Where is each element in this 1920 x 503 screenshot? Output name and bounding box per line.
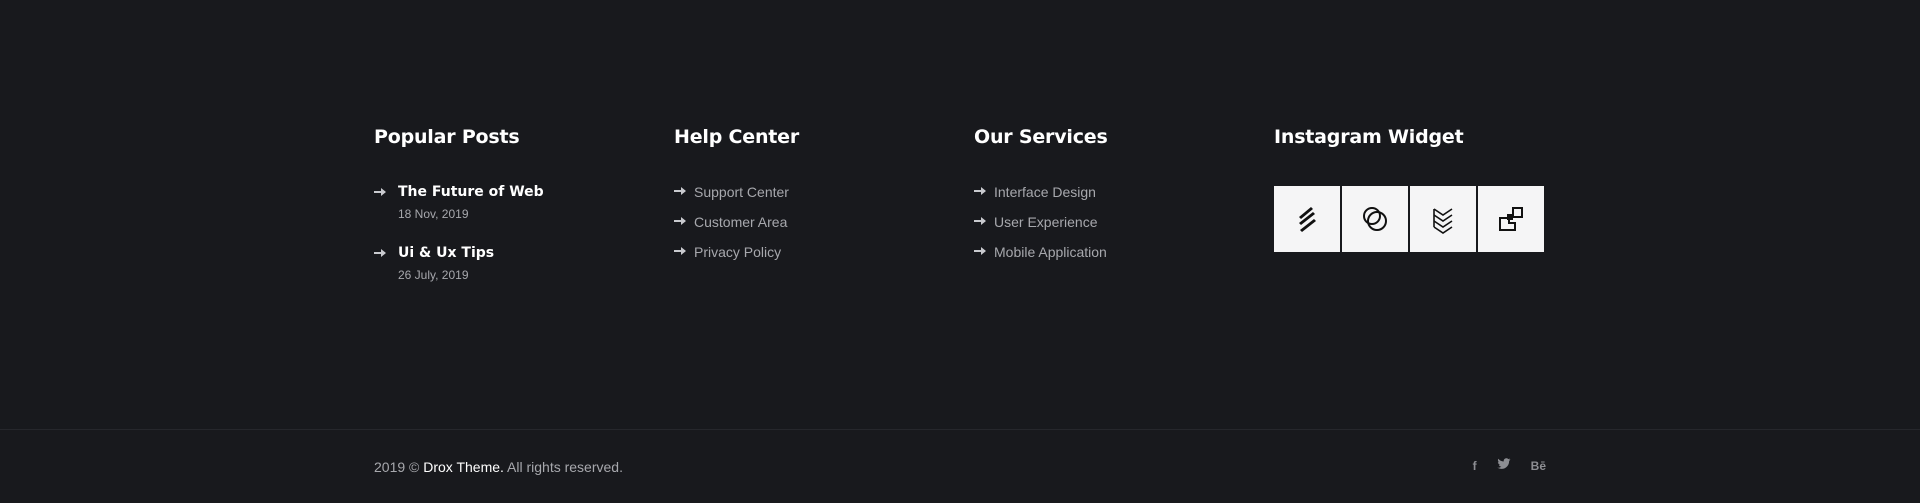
help-link-customer-area[interactable]: Customer Area — [674, 212, 934, 232]
arrow-right-icon — [674, 187, 686, 196]
service-link-user-experience[interactable]: User Experience — [974, 212, 1234, 232]
arrow-right-icon — [374, 188, 386, 196]
instagram-tile[interactable] — [1274, 186, 1340, 252]
arrow-right-icon — [974, 247, 986, 256]
arrow-right-icon — [674, 217, 686, 226]
overlapping-circles-logo-icon — [1363, 207, 1387, 231]
link-label: Support Center — [694, 184, 789, 200]
copyright-text: 2019 © Drox Theme. All rights reserved. — [374, 457, 623, 477]
post-title-link[interactable]: The Future of Web — [398, 182, 634, 202]
help-center-links: Support Center Customer Area Privacy Pol… — [674, 182, 934, 262]
arrow-right-icon — [974, 187, 986, 196]
popular-posts-list: The Future of Web 18 Nov, 2019 Ui & Ux T… — [374, 182, 634, 284]
link-label: User Experience — [994, 214, 1098, 230]
instagram-tile[interactable] — [1410, 186, 1476, 252]
instagram-gallery — [1274, 186, 1574, 252]
twitter-icon[interactable] — [1497, 458, 1511, 474]
post-date: 18 Nov, 2019 — [398, 207, 469, 221]
instagram-widget-title: Instagram Widget — [1274, 126, 1464, 148]
link-label: Customer Area — [694, 214, 788, 230]
post-date: 26 July, 2019 — [398, 268, 469, 282]
arrow-right-icon — [374, 249, 386, 257]
help-center-widget: Help Center Support Center Customer Area… — [674, 124, 934, 272]
help-center-title: Help Center — [674, 126, 800, 148]
copyright-prefix: 2019 © — [374, 459, 424, 475]
post-item: Ui & Ux Tips 26 July, 2019 — [374, 243, 634, 284]
arrow-right-icon — [974, 217, 986, 226]
footer-widgets: Popular Posts The Future of Web 18 Nov, … — [0, 0, 1920, 429]
instagram-tile[interactable] — [1478, 186, 1544, 252]
instagram-tile[interactable] — [1342, 186, 1408, 252]
chevron-stack-logo-icon — [1433, 208, 1453, 234]
arrow-right-icon — [674, 247, 686, 256]
link-label: Privacy Policy — [694, 244, 782, 260]
our-services-title: Our Services — [974, 126, 1108, 148]
popular-posts-widget: Popular Posts The Future of Web 18 Nov, … — [374, 124, 634, 304]
squares-logo-icon — [1499, 207, 1523, 231]
instagram-widget: Instagram Widget — [1274, 124, 1574, 252]
popular-posts-title: Popular Posts — [374, 126, 520, 148]
brand-link[interactable]: Drox Theme. — [423, 459, 504, 475]
our-services-widget: Our Services Interface Design User Exper… — [974, 124, 1234, 272]
service-link-mobile-application[interactable]: Mobile Application — [974, 242, 1234, 262]
link-label: Mobile Application — [994, 244, 1107, 260]
post-title-link[interactable]: Ui & Ux Tips — [398, 243, 634, 263]
copyright-suffix: All rights reserved. — [503, 459, 623, 475]
service-link-interface-design[interactable]: Interface Design — [974, 182, 1234, 202]
post-item: The Future of Web 18 Nov, 2019 — [374, 182, 634, 223]
facebook-icon[interactable]: f — [1473, 458, 1477, 474]
slashes-logo-icon — [1299, 207, 1316, 232]
our-services-links: Interface Design User Experience Mobile … — [974, 182, 1234, 262]
social-links: f Bē — [1473, 458, 1546, 474]
twitter-bird-icon — [1497, 458, 1511, 469]
link-label: Interface Design — [994, 184, 1096, 200]
footer-bottom-bar: 2019 © Drox Theme. All rights reserved. … — [0, 430, 1920, 503]
behance-icon[interactable]: Bē — [1531, 458, 1546, 474]
help-link-privacy-policy[interactable]: Privacy Policy — [674, 242, 934, 262]
help-link-support-center[interactable]: Support Center — [674, 182, 934, 202]
